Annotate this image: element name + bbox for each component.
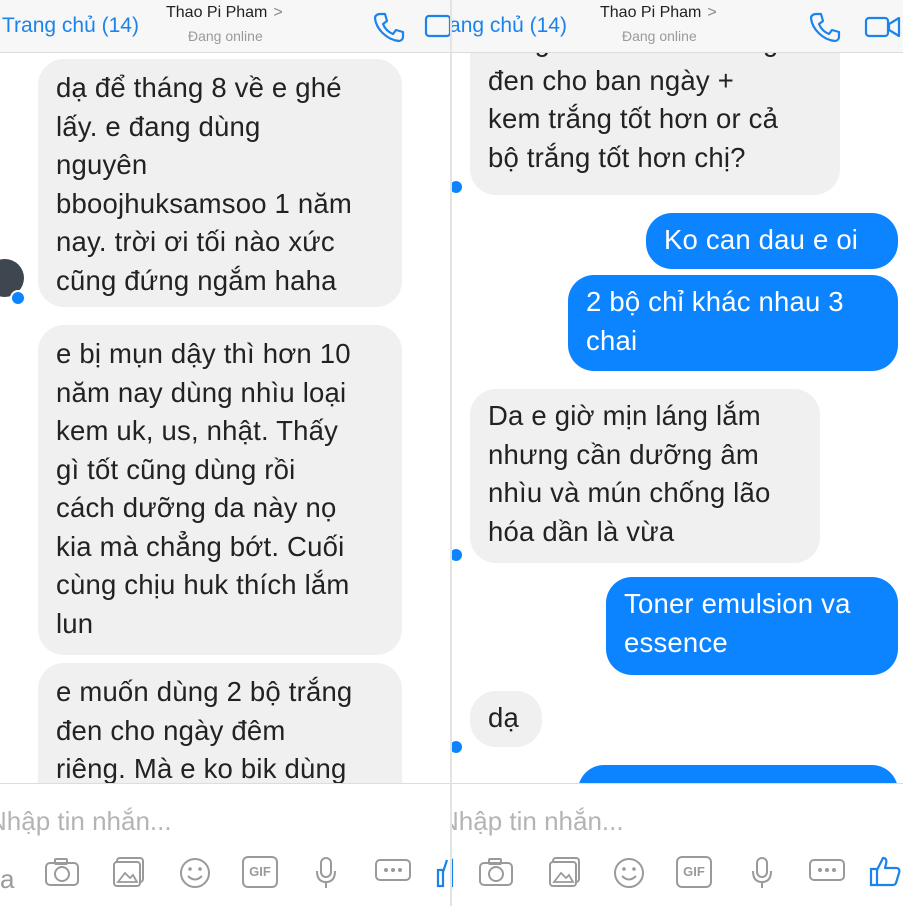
thumbs-up-icon[interactable] <box>436 856 450 890</box>
message-outgoing[interactable]: Ko can dau e oi <box>646 213 898 269</box>
message-incoming[interactable]: dạ để tháng 8 về e ghé lấy. e đang dùng … <box>38 59 402 307</box>
gif-icon[interactable]: GIF <box>242 856 278 888</box>
video-icon[interactable] <box>864 10 902 44</box>
message-list[interactable]: dạ để tháng 8 về e ghé lấy. e đang dùng … <box>0 53 451 783</box>
message-outgoing[interactable]: 2 bộ chỉ khác nhau 3 chai <box>568 275 898 371</box>
conversation-screenshot-left: Trang chủ (14) Thao Pi Pham > Đang online… <box>0 0 451 906</box>
photo-icon[interactable] <box>548 856 582 888</box>
toolbar-leading-glyph: a <box>0 864 15 894</box>
conversation-screenshot-right: Trang chủ (14) Thao Pi Pham > Đang online… <box>452 0 903 906</box>
messenger-badge-icon <box>452 179 464 195</box>
camera-icon[interactable] <box>478 856 514 888</box>
message-input[interactable]: Nhập tin nhắn... <box>452 806 624 837</box>
online-status: Đang online <box>188 28 263 44</box>
gif-icon[interactable]: GIF <box>676 856 712 888</box>
chevron-right-icon: > <box>707 4 717 21</box>
contact-name-text: Thao Pi Pham <box>166 4 268 21</box>
back-to-home-link[interactable]: Trang chủ (14) <box>452 14 567 38</box>
contact-name[interactable]: Thao Pi Pham > <box>600 4 717 22</box>
message-incoming[interactable]: e bị mụn dậy thì hơn 10 năm nay dùng nhì… <box>38 325 402 655</box>
messenger-badge-icon <box>10 290 26 306</box>
message-outgoing[interactable]: Toner emulsion va essence <box>606 577 898 675</box>
message-list[interactable]: riêng. Mà e ko bik dùng đen cho ban ngày… <box>452 53 903 783</box>
more-icon[interactable] <box>374 856 412 884</box>
message-incoming[interactable]: riêng. Mà e ko bik dùng đen cho ban ngày… <box>470 53 840 195</box>
thumbs-up-icon[interactable] <box>868 854 902 888</box>
more-icon[interactable] <box>808 856 846 884</box>
microphone-icon[interactable] <box>314 856 338 890</box>
message-incoming[interactable]: e muốn dùng 2 bộ trắng đen cho ngày đêm … <box>38 663 402 783</box>
message-composer: Nhập tin nhắn... a GIF <box>0 783 451 906</box>
emoji-icon[interactable] <box>178 856 212 890</box>
messenger-badge-icon <box>452 739 464 755</box>
message-composer: Nhập tin nhắn... GIF <box>452 783 903 906</box>
message-outgoing-partial[interactable] <box>578 765 898 783</box>
emoji-icon[interactable] <box>612 856 646 890</box>
messenger-badge-icon <box>452 547 464 563</box>
phone-icon[interactable] <box>808 10 842 44</box>
microphone-icon[interactable] <box>750 856 774 890</box>
thumbs-up-icon[interactable] <box>452 856 458 890</box>
message-incoming[interactable]: Da e giờ mịn láng lắm nhưng cần dưỡng âm… <box>470 389 820 563</box>
chat-header: Trang chủ (14) Thao Pi Pham > Đang online <box>452 0 903 53</box>
contact-name[interactable]: Thao Pi Pham > <box>166 4 283 22</box>
back-to-home-link[interactable]: Trang chủ (14) <box>2 14 139 38</box>
photo-icon[interactable] <box>112 856 146 888</box>
chevron-right-icon: > <box>273 4 283 21</box>
phone-icon[interactable] <box>372 10 406 44</box>
chat-header: Trang chủ (14) Thao Pi Pham > Đang online <box>0 0 451 53</box>
online-status: Đang online <box>622 28 697 44</box>
contact-name-text: Thao Pi Pham <box>600 4 702 21</box>
message-input[interactable]: Nhập tin nhắn... <box>0 806 172 837</box>
camera-icon[interactable] <box>44 856 80 888</box>
video-icon[interactable] <box>424 10 450 44</box>
message-incoming[interactable]: dạ <box>470 691 542 747</box>
